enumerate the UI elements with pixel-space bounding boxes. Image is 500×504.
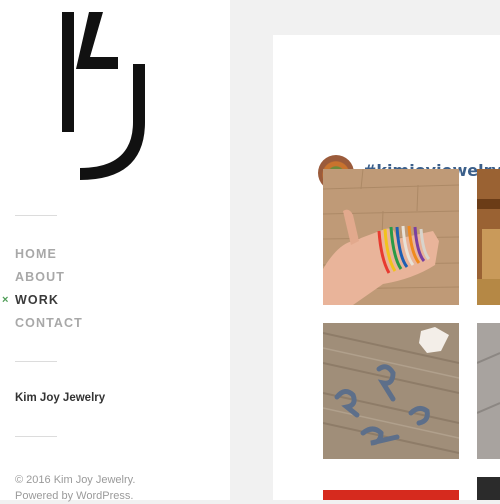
photo-tile-partial[interactable]	[323, 490, 459, 500]
photo-image-icon	[477, 169, 500, 305]
nav-item-label: CONTACT	[15, 316, 83, 330]
divider	[15, 215, 57, 216]
nav-item-contact[interactable]: CONTACT	[15, 314, 83, 337]
main-nav: HOME ABOUT × WORK CONTACT	[2, 245, 83, 337]
site-name: Kim Joy Jewelry	[15, 392, 106, 404]
nav-item-label: HOME	[15, 247, 57, 261]
photo-tile-partial[interactable]	[477, 323, 500, 459]
nav-item-label: WORK	[15, 293, 59, 307]
powered-by-link[interactable]: Powered by WordPress.	[15, 488, 135, 504]
sidebar: HOME ABOUT × WORK CONTACT Kim Joy Jewelry…	[0, 0, 230, 502]
nav-item-home[interactable]: HOME	[15, 245, 83, 268]
copyright-text: © 2016 Kim Joy Jewelry.	[15, 474, 136, 486]
site-logo[interactable]	[60, 12, 150, 184]
photo-tile-partial[interactable]	[477, 477, 500, 500]
kj-logo-icon	[62, 12, 145, 180]
nav-item-about[interactable]: ABOUT	[15, 268, 83, 291]
bracelets-image-icon	[323, 169, 459, 305]
photo-image-icon	[477, 323, 500, 459]
active-marker-icon: ×	[2, 294, 10, 306]
footer: © 2016 Kim Joy Jewelry. Powered by WordP…	[15, 472, 135, 504]
photo-tile-bracelets[interactable]	[323, 169, 459, 305]
nav-item-label: ABOUT	[15, 270, 65, 284]
nav-item-work[interactable]: × WORK	[2, 291, 83, 314]
divider	[15, 436, 57, 437]
rings-image-icon	[323, 323, 459, 459]
photo-tile-rings[interactable]	[323, 323, 459, 459]
divider	[15, 361, 57, 362]
photo-tile-partial[interactable]	[477, 169, 500, 305]
